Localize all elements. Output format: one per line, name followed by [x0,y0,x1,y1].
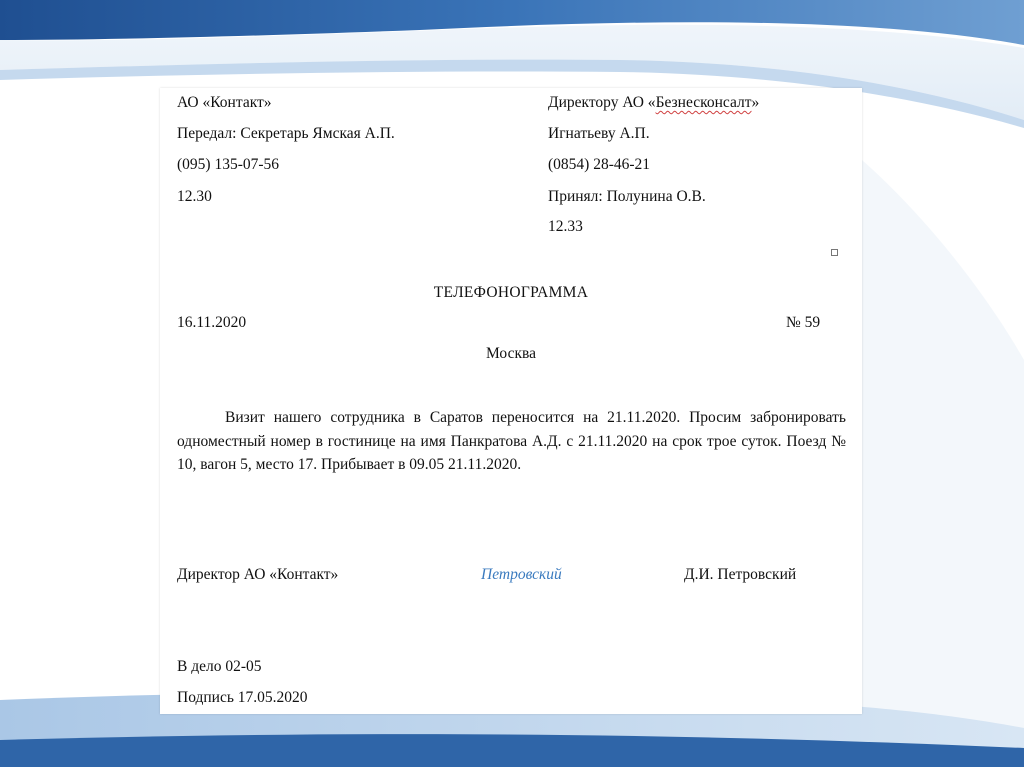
recipient-org: Директору АО «Безнесконсалт» [548,94,759,112]
sender-phone: (095) 135-07-56 [177,156,280,173]
paragraph-marker [831,249,838,256]
document-title: ТЕЛЕФОНОГРАММА [433,284,589,301]
sender-org: АО «Контакт» [177,94,272,111]
signatory-name: Д.И. Петровский [684,566,797,583]
telephonogram-document: АО «Контакт» Передал: Секретарь Ямская А… [160,88,862,714]
sender-person: Передал: Секретарь Ямская А.П. [177,125,395,142]
received-time: 12.33 [548,218,583,235]
document-city: Москва [486,345,536,362]
recipient-suffix: » [751,94,760,111]
sent-time: 12.30 [177,188,212,205]
document-body: Визит нашего сотрудника в Саратов перено… [177,406,846,477]
recipient-phone: (0854) 28-46-21 [548,156,651,173]
signature-position: Директор АО «Контакт» [177,566,339,583]
recipient-person: Игнатьеву А.П. [548,125,650,142]
handwritten-signature: Петровский [481,566,562,583]
recipient-org-name: Безнесконсалт [655,94,752,111]
file-note: В дело 02-05 [177,658,262,675]
signature-date: Подпись 17.05.2020 [177,689,308,706]
recipient-prefix: Директору АО « [548,94,656,111]
document-date: 16.11.2020 [177,314,247,331]
body-text: Визит нашего сотрудника в Саратов перено… [177,409,846,473]
document-number: № 59 [786,314,821,331]
receiver: Принял: Полунина О.В. [548,188,706,205]
